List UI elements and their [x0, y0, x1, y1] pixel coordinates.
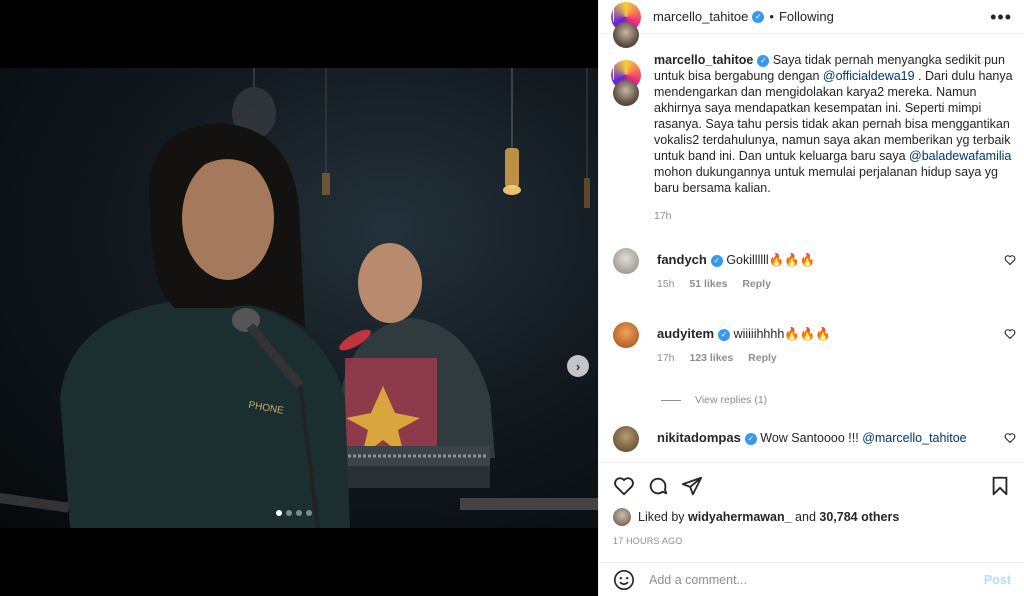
caption-username[interactable]: marcello_tahitoe [654, 53, 753, 67]
comment-meta: 17h 123 likes Reply [657, 352, 789, 364]
comment-text: wiiiiihhhh [733, 327, 785, 341]
comment-username[interactable]: fandych [657, 252, 707, 267]
comments-section[interactable]: marcello_tahitoe ✓ Saya tidak pernah meny… [599, 52, 1024, 462]
comment-body: audyitem ✓ wiiiiihhhh🔥🔥🔥 [657, 326, 831, 342]
following-button[interactable]: Following [779, 9, 834, 24]
add-comment-bar: Post [599, 562, 1024, 596]
share-icon[interactable] [681, 475, 703, 497]
post-photo[interactable]: PHONE › [0, 68, 598, 528]
likes-middle: and [795, 510, 816, 524]
post-comment-button[interactable]: Post [984, 573, 1011, 587]
add-comment-input[interactable] [649, 572, 979, 587]
view-replies-button[interactable]: View replies (1) [661, 394, 767, 406]
comment-body: nikitadompas ✓ Wow Santoooo !!! @marcello… [657, 430, 967, 445]
carousel-dot [306, 510, 312, 516]
comment-icon[interactable] [647, 475, 669, 497]
post-media: PHONE › [0, 0, 598, 596]
comment-mention[interactable]: @marcello_tahitoe [862, 431, 966, 445]
caption-body: marcello_tahitoe ✓ Saya tidak pernah meny… [654, 52, 1013, 224]
liker-avatar[interactable] [613, 508, 631, 526]
post-actions [599, 462, 1024, 506]
comment-likes[interactable]: 51 likes [689, 278, 727, 290]
heart-icon[interactable] [1004, 328, 1016, 340]
comment-emoji: 🔥🔥🔥 [768, 253, 816, 267]
verified-icon: ✓ [718, 328, 731, 341]
view-replies-line [661, 399, 681, 401]
verified-icon: ✓ [752, 10, 765, 23]
author-username[interactable]: marcello_tahitoe [653, 9, 748, 24]
caption-time: 17h [654, 210, 672, 222]
comment-username[interactable]: nikitadompas [657, 430, 741, 445]
like-icon[interactable] [613, 475, 635, 497]
comment-reply-button[interactable]: Reply [742, 278, 771, 290]
carousel-dot [276, 510, 282, 516]
verified-icon: ✓ [757, 54, 770, 67]
separator-dot: • [769, 9, 774, 24]
comment-avatar[interactable] [613, 248, 639, 274]
post-panel: marcello_tahitoe ✓ • Following ••• marce… [598, 0, 1024, 596]
heart-icon[interactable] [1004, 432, 1016, 444]
likes-summary: Liked by widyahermawan_ and 30,784 other… [613, 508, 899, 526]
comment-avatar[interactable] [613, 426, 639, 452]
post-caption: marcello_tahitoe ✓ Saya tidak pernah meny… [599, 52, 1024, 224]
comment-avatar[interactable] [613, 322, 639, 348]
carousel-next-button[interactable]: › [567, 355, 589, 377]
verified-icon: ✓ [744, 432, 757, 445]
author-avatar[interactable] [611, 1, 641, 66]
carousel-indicators [276, 510, 312, 516]
comment-reply-button[interactable]: Reply [748, 352, 777, 364]
likes-prefix: Liked by [638, 510, 685, 524]
comment-body: fandych ✓ Gokillllll🔥🔥🔥 [657, 252, 815, 268]
comment-likes[interactable]: 123 likes [689, 352, 733, 364]
liker-username[interactable]: widyahermawan_ [688, 510, 792, 524]
caption-text: mohon dukungannya untuk memulai perjalan… [654, 165, 998, 195]
comment-meta: 15h 51 likes Reply [657, 278, 783, 290]
post-timestamp: 17 HOURS AGO [613, 536, 683, 546]
comment-text: Wow Santoooo !!! [760, 431, 863, 445]
caption-mention[interactable]: @officialdewa19 [823, 69, 915, 83]
comment-username[interactable]: audyitem [657, 326, 714, 341]
comment-text: Gokillllll [726, 253, 769, 267]
comment-time: 15h [657, 278, 675, 290]
carousel-dot [296, 510, 302, 516]
more-options-icon[interactable]: ••• [990, 7, 1012, 28]
verified-icon: ✓ [710, 254, 723, 267]
caption-mention[interactable]: @baladewafamilia [909, 149, 1011, 163]
comment-time: 17h [657, 352, 675, 364]
view-replies-label: View replies (1) [695, 394, 768, 406]
caption-avatar[interactable] [611, 60, 641, 124]
likes-count[interactable]: 30,784 others [819, 510, 899, 524]
heart-icon[interactable] [1004, 254, 1016, 266]
save-icon[interactable] [989, 475, 1011, 497]
comment-emoji: 🔥🔥🔥 [784, 327, 831, 341]
emoji-icon[interactable] [613, 569, 635, 591]
carousel-dot [286, 510, 292, 516]
post-header: marcello_tahitoe ✓ • Following ••• [599, 0, 1024, 66]
